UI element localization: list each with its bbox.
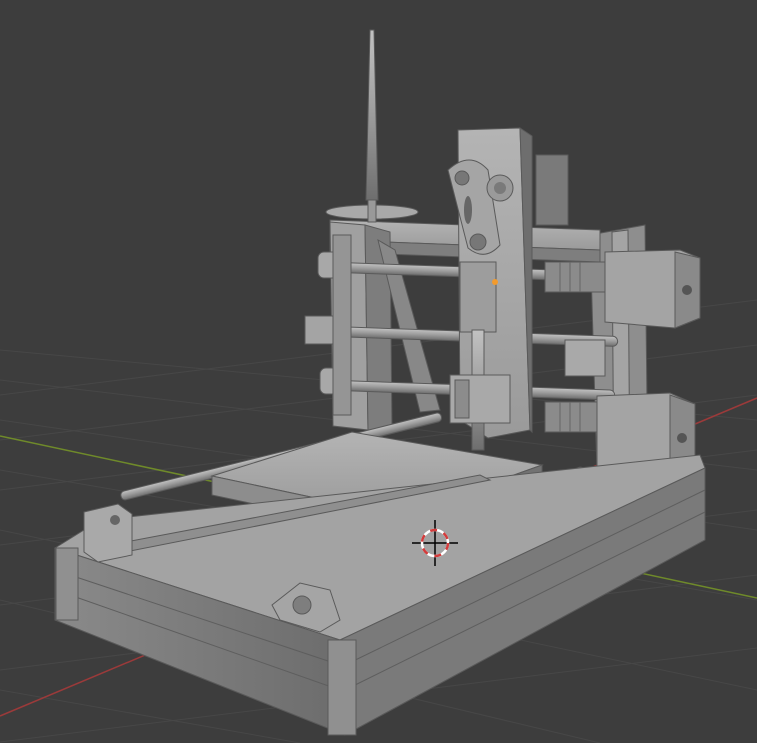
viewport-canvas[interactable] (0, 0, 757, 743)
object-origin-dot-icon[interactable] (492, 279, 498, 285)
spindle-tool[interactable] (325, 29, 419, 223)
front-left-rod-support[interactable] (83, 503, 133, 563)
stepper-motor-upper[interactable] (544, 249, 701, 329)
left-bearing-blocks[interactable] (304, 234, 352, 416)
cnc-machine-model[interactable] (53, 29, 706, 736)
3d-viewport[interactable] (0, 0, 757, 743)
base-frame[interactable] (53, 454, 706, 736)
